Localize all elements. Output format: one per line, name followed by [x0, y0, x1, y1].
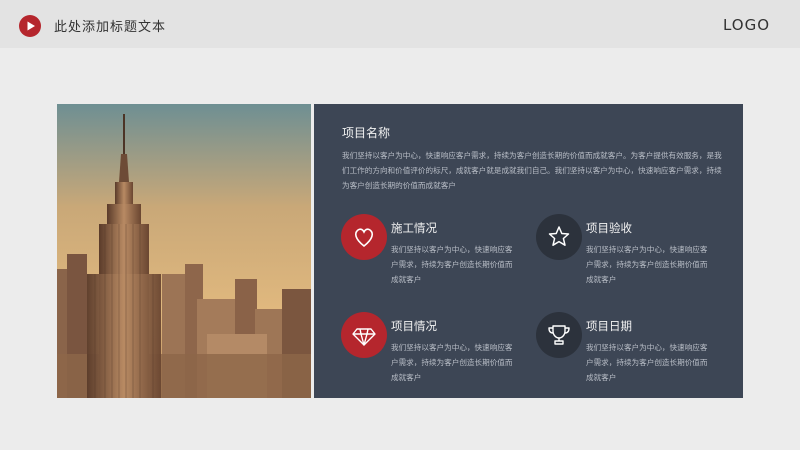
project-title: 项目名称 — [342, 126, 391, 140]
feature-construction: 施工情况 我们坚持以客户为中心，快速响应客户需求，持续为客户创造长期价值而成就客… — [341, 214, 531, 294]
feature-text: 我们坚持以客户为中心，快速响应客户需求，持续为客户创造长期价值而成就客户 — [391, 245, 513, 284]
feature-text: 我们坚持以客户为中心，快速响应客户需求，持续为客户创造长期价值而成就客户 — [391, 343, 513, 382]
header-bar: 此处添加标题文本 LOGO — [0, 0, 800, 48]
skyline-photo — [57, 104, 311, 398]
feature-title: 项目情况 — [391, 319, 437, 333]
feature-title: 施工情况 — [391, 221, 437, 235]
trophy-icon — [536, 312, 582, 358]
feature-text: 我们坚持以客户为中心，快速响应客户需求，持续为客户创造长期价值而成就客户 — [586, 245, 708, 284]
heart-icon — [341, 214, 387, 260]
play-icon[interactable] — [19, 15, 41, 37]
feature-text: 我们坚持以客户为中心，快速响应客户需求，持续为客户创造长期价值而成就客户 — [586, 343, 708, 382]
diamond-icon — [341, 312, 387, 358]
feature-status: 项目情况 我们坚持以客户为中心，快速响应客户需求，持续为客户创造长期价值而成就客… — [341, 312, 531, 392]
feature-date: 项目日期 我们坚持以客户为中心，快速响应客户需求，持续为客户创造长期价值而成就客… — [536, 312, 726, 392]
page-title: 此处添加标题文本 — [54, 20, 167, 35]
project-description: 我们坚持以客户为中心，快速响应客户需求，持续为客户创造长期的价值而成就客户。为客… — [342, 151, 722, 190]
feature-title: 项目日期 — [586, 319, 632, 333]
feature-title: 项目验收 — [586, 221, 632, 235]
logo: LOGO — [722, 16, 770, 34]
project-panel: 项目名称 我们坚持以客户为中心，快速响应客户需求，持续为客户创造长期的价值而成就… — [314, 104, 743, 398]
star-icon — [536, 214, 582, 260]
feature-acceptance: 项目验收 我们坚持以客户为中心，快速响应客户需求，持续为客户创造长期价值而成就客… — [536, 214, 726, 294]
